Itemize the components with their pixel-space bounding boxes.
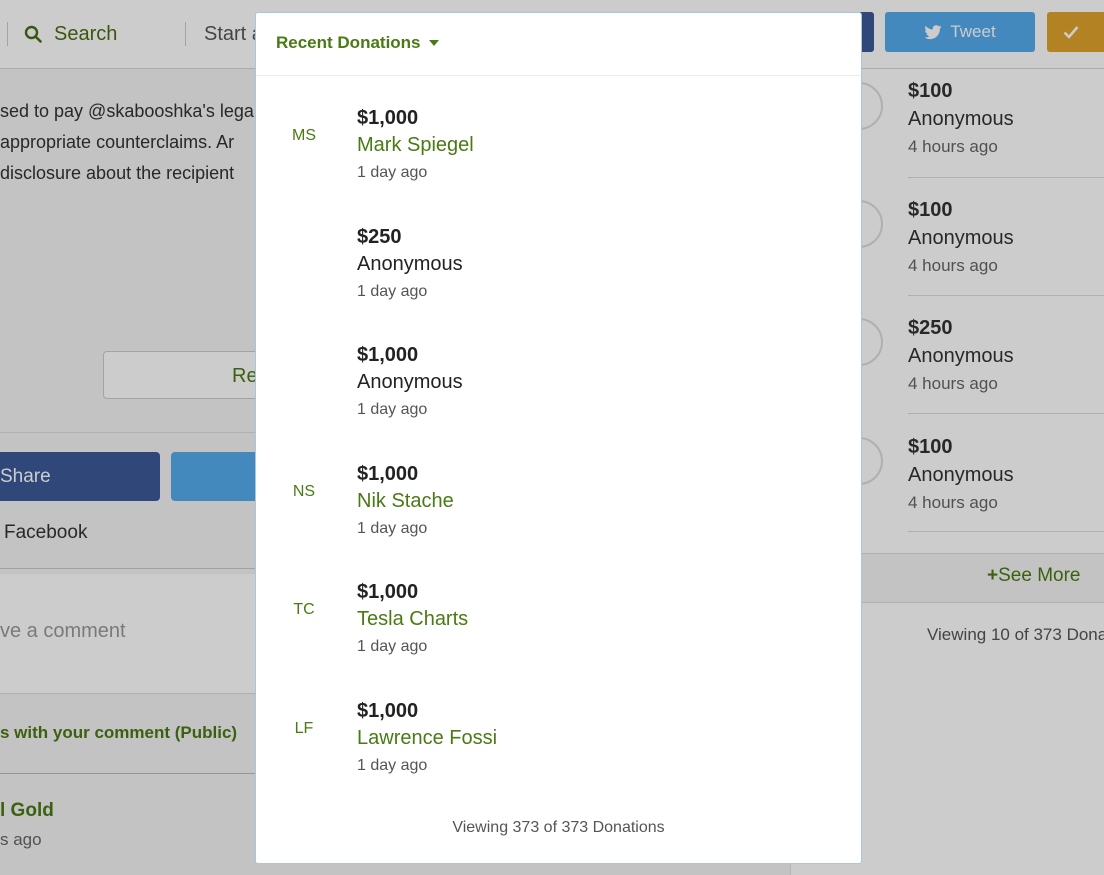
donor-name-link[interactable]: Mark Spiegel bbox=[357, 131, 474, 159]
donation-amount: $1,000 bbox=[357, 344, 419, 366]
donor-initials: TC bbox=[293, 601, 315, 618]
donation-details: $1,000 Tesla Charts 1 day ago bbox=[357, 579, 468, 661]
caret-down-icon bbox=[428, 40, 439, 46]
donation-amount: $250 bbox=[357, 226, 402, 248]
donor-initials: MS bbox=[292, 127, 316, 144]
modal-header: Recent Donations bbox=[256, 13, 861, 76]
donor-name: Anonymous bbox=[357, 371, 463, 393]
donor-name: Anonymous bbox=[357, 253, 463, 275]
donor-initials bbox=[276, 200, 332, 310]
donation-details: $1,000 Anonymous 1 day ago bbox=[357, 342, 463, 424]
recent-donations-modal: Recent Donations MS $1,000 Mark Spiegel … bbox=[255, 12, 862, 864]
modal-title: Recent Donations bbox=[276, 33, 421, 52]
donation-details: $1,000 Lawrence Fossi 1 day ago bbox=[357, 698, 497, 780]
donation-details: $1,000 Mark Spiegel 1 day ago bbox=[357, 105, 474, 187]
donation-amount: $1,000 bbox=[357, 107, 419, 129]
donation-amount: $1,000 bbox=[357, 463, 419, 485]
donation-item: NS $1,000 Nik Stache 1 day ago bbox=[256, 437, 861, 547]
donation-details: $1,000 Nik Stache 1 day ago bbox=[357, 461, 454, 543]
donation-amount: $1,000 bbox=[357, 581, 419, 603]
donor-initials: NS bbox=[292, 483, 316, 500]
viewing-count: Viewing 373 of 373 Donations bbox=[452, 819, 665, 836]
donation-item: $250 Anonymous 1 day ago bbox=[256, 200, 861, 310]
donation-time: 1 day ago bbox=[357, 164, 428, 181]
donation-item: MS $1,000 Mark Spiegel 1 day ago bbox=[256, 81, 861, 191]
donor-name-link[interactable]: Nik Stache bbox=[357, 487, 454, 515]
donation-time: 1 day ago bbox=[357, 638, 428, 655]
donor-name-link[interactable]: Lawrence Fossi bbox=[357, 724, 497, 752]
donation-time: 1 day ago bbox=[357, 757, 428, 774]
recent-donations-dropdown[interactable]: Recent Donations bbox=[276, 33, 439, 53]
donation-item: LF $1,000 Lawrence Fossi 1 day ago bbox=[256, 674, 861, 784]
donation-time: 1 day ago bbox=[357, 520, 428, 537]
donation-item: TC $1,000 Tesla Charts 1 day ago bbox=[256, 555, 861, 665]
donation-time: 1 day ago bbox=[357, 283, 428, 300]
donation-item: $1,000 Anonymous 1 day ago bbox=[256, 318, 861, 428]
donation-amount: $1,000 bbox=[357, 700, 419, 722]
donor-name-link[interactable]: Tesla Charts bbox=[357, 605, 468, 633]
donor-initials bbox=[276, 318, 332, 428]
donor-initials: LF bbox=[294, 720, 314, 737]
donation-time: 1 day ago bbox=[357, 401, 428, 418]
donation-details: $250 Anonymous 1 day ago bbox=[357, 224, 463, 306]
